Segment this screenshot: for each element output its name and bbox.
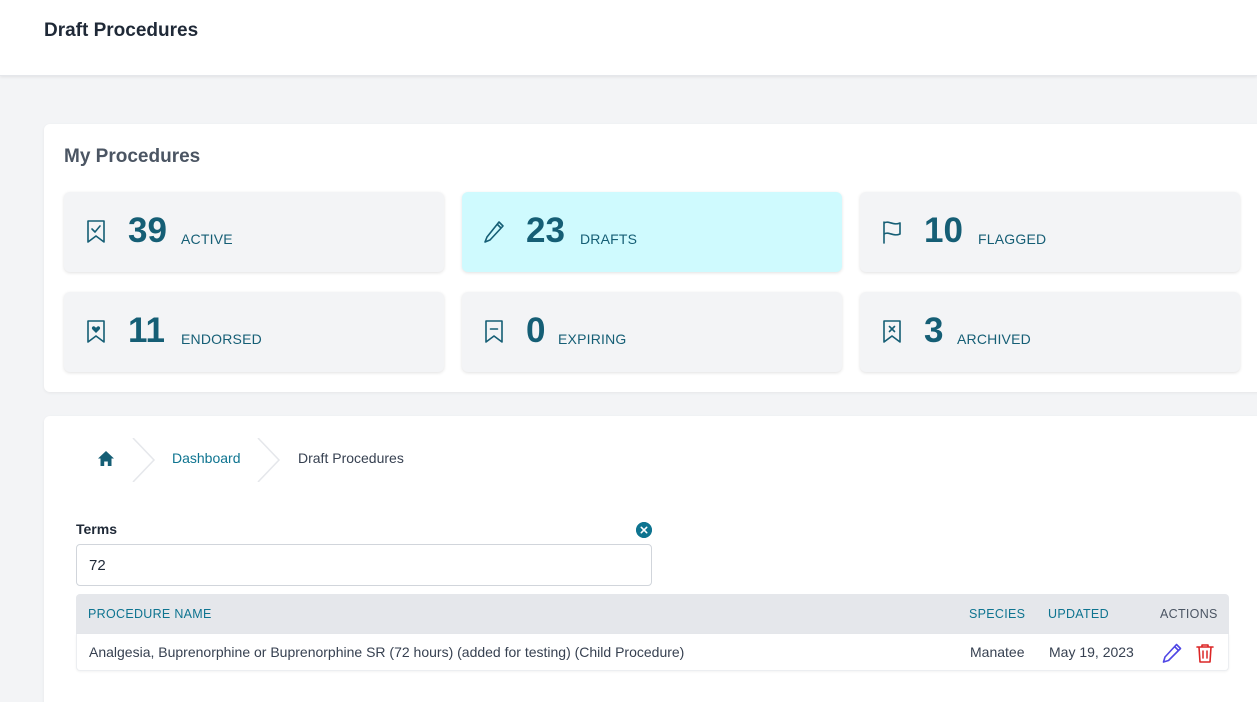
column-header-updated[interactable]: UPDATED <box>1048 607 1109 621</box>
clear-search-icon[interactable] <box>636 522 652 538</box>
stat-card-flagged[interactable]: 10 FLAGGED <box>860 192 1240 272</box>
procedures-table: PROCEDURE NAME SPECIES UPDATED ACTIONS A… <box>76 594 1229 671</box>
stat-label: EXPIRING <box>558 331 627 347</box>
stat-card-drafts[interactable]: 23 DRAFTS <box>462 192 842 272</box>
stat-value: 23 <box>526 211 565 250</box>
stat-card-archived[interactable]: 3 ARCHIVED <box>860 292 1240 372</box>
pencil-icon <box>484 221 504 243</box>
stat-card-active[interactable]: 39 ACTIVE <box>64 192 444 272</box>
cell-procedure-name[interactable]: Analgesia, Buprenorphine or Buprenorphin… <box>89 644 684 660</box>
breadcrumb-current: Draft Procedures <box>298 450 404 466</box>
breadcrumb: Dashboard Draft Procedures <box>74 438 494 482</box>
terms-search-input[interactable] <box>76 544 652 586</box>
page-title: Draft Procedures <box>44 20 199 41</box>
stat-label: FLAGGED <box>978 231 1047 247</box>
stat-label: ARCHIVED <box>957 331 1031 347</box>
stat-label: ENDORSED <box>181 331 262 347</box>
edit-icon[interactable] <box>1161 642 1183 664</box>
table-row[interactable]: Analgesia, Buprenorphine or Buprenorphin… <box>76 634 1229 671</box>
panel-title: My Procedures <box>64 146 201 167</box>
bookmark-dash-icon <box>485 320 503 343</box>
bookmark-heart-icon <box>87 320 105 343</box>
stat-card-endorsed[interactable]: 11 ENDORSED <box>64 292 444 372</box>
bookmark-check-icon <box>87 220 105 243</box>
stat-value: 10 <box>924 211 963 250</box>
stat-value: 39 <box>128 211 167 250</box>
cell-updated: May 19, 2023 <box>1049 644 1134 660</box>
procedure-list-panel: Dashboard Draft Procedures Terms PROCEDU… <box>44 416 1257 702</box>
cell-species: Manatee <box>970 644 1025 660</box>
column-header-species[interactable]: SPECIES <box>969 607 1025 621</box>
top-bar: Draft Procedures <box>0 0 1257 76</box>
bookmark-x-icon <box>883 320 901 343</box>
stat-value: 0 <box>526 311 546 350</box>
breadcrumb-dashboard-link[interactable]: Dashboard <box>172 450 241 466</box>
delete-icon[interactable] <box>1194 642 1216 664</box>
stat-card-expiring[interactable]: 0 EXPIRING <box>462 292 842 372</box>
column-header-procedure-name[interactable]: PROCEDURE NAME <box>88 607 212 621</box>
table-header: PROCEDURE NAME SPECIES UPDATED ACTIONS <box>76 594 1229 634</box>
stat-value: 3 <box>924 311 944 350</box>
breadcrumb-separator <box>257 438 281 482</box>
terms-label: Terms <box>76 521 117 537</box>
home-icon[interactable] <box>96 449 116 469</box>
flag-icon <box>883 221 901 244</box>
breadcrumb-separator <box>132 438 156 482</box>
my-procedures-panel: My Procedures 39 ACTIVE 23 DRAFTS 10 FLA… <box>44 124 1257 392</box>
stat-label: ACTIVE <box>181 231 233 247</box>
column-header-actions: ACTIONS <box>1160 607 1218 621</box>
stat-label: DRAFTS <box>580 231 638 247</box>
stat-value: 11 <box>128 311 165 350</box>
